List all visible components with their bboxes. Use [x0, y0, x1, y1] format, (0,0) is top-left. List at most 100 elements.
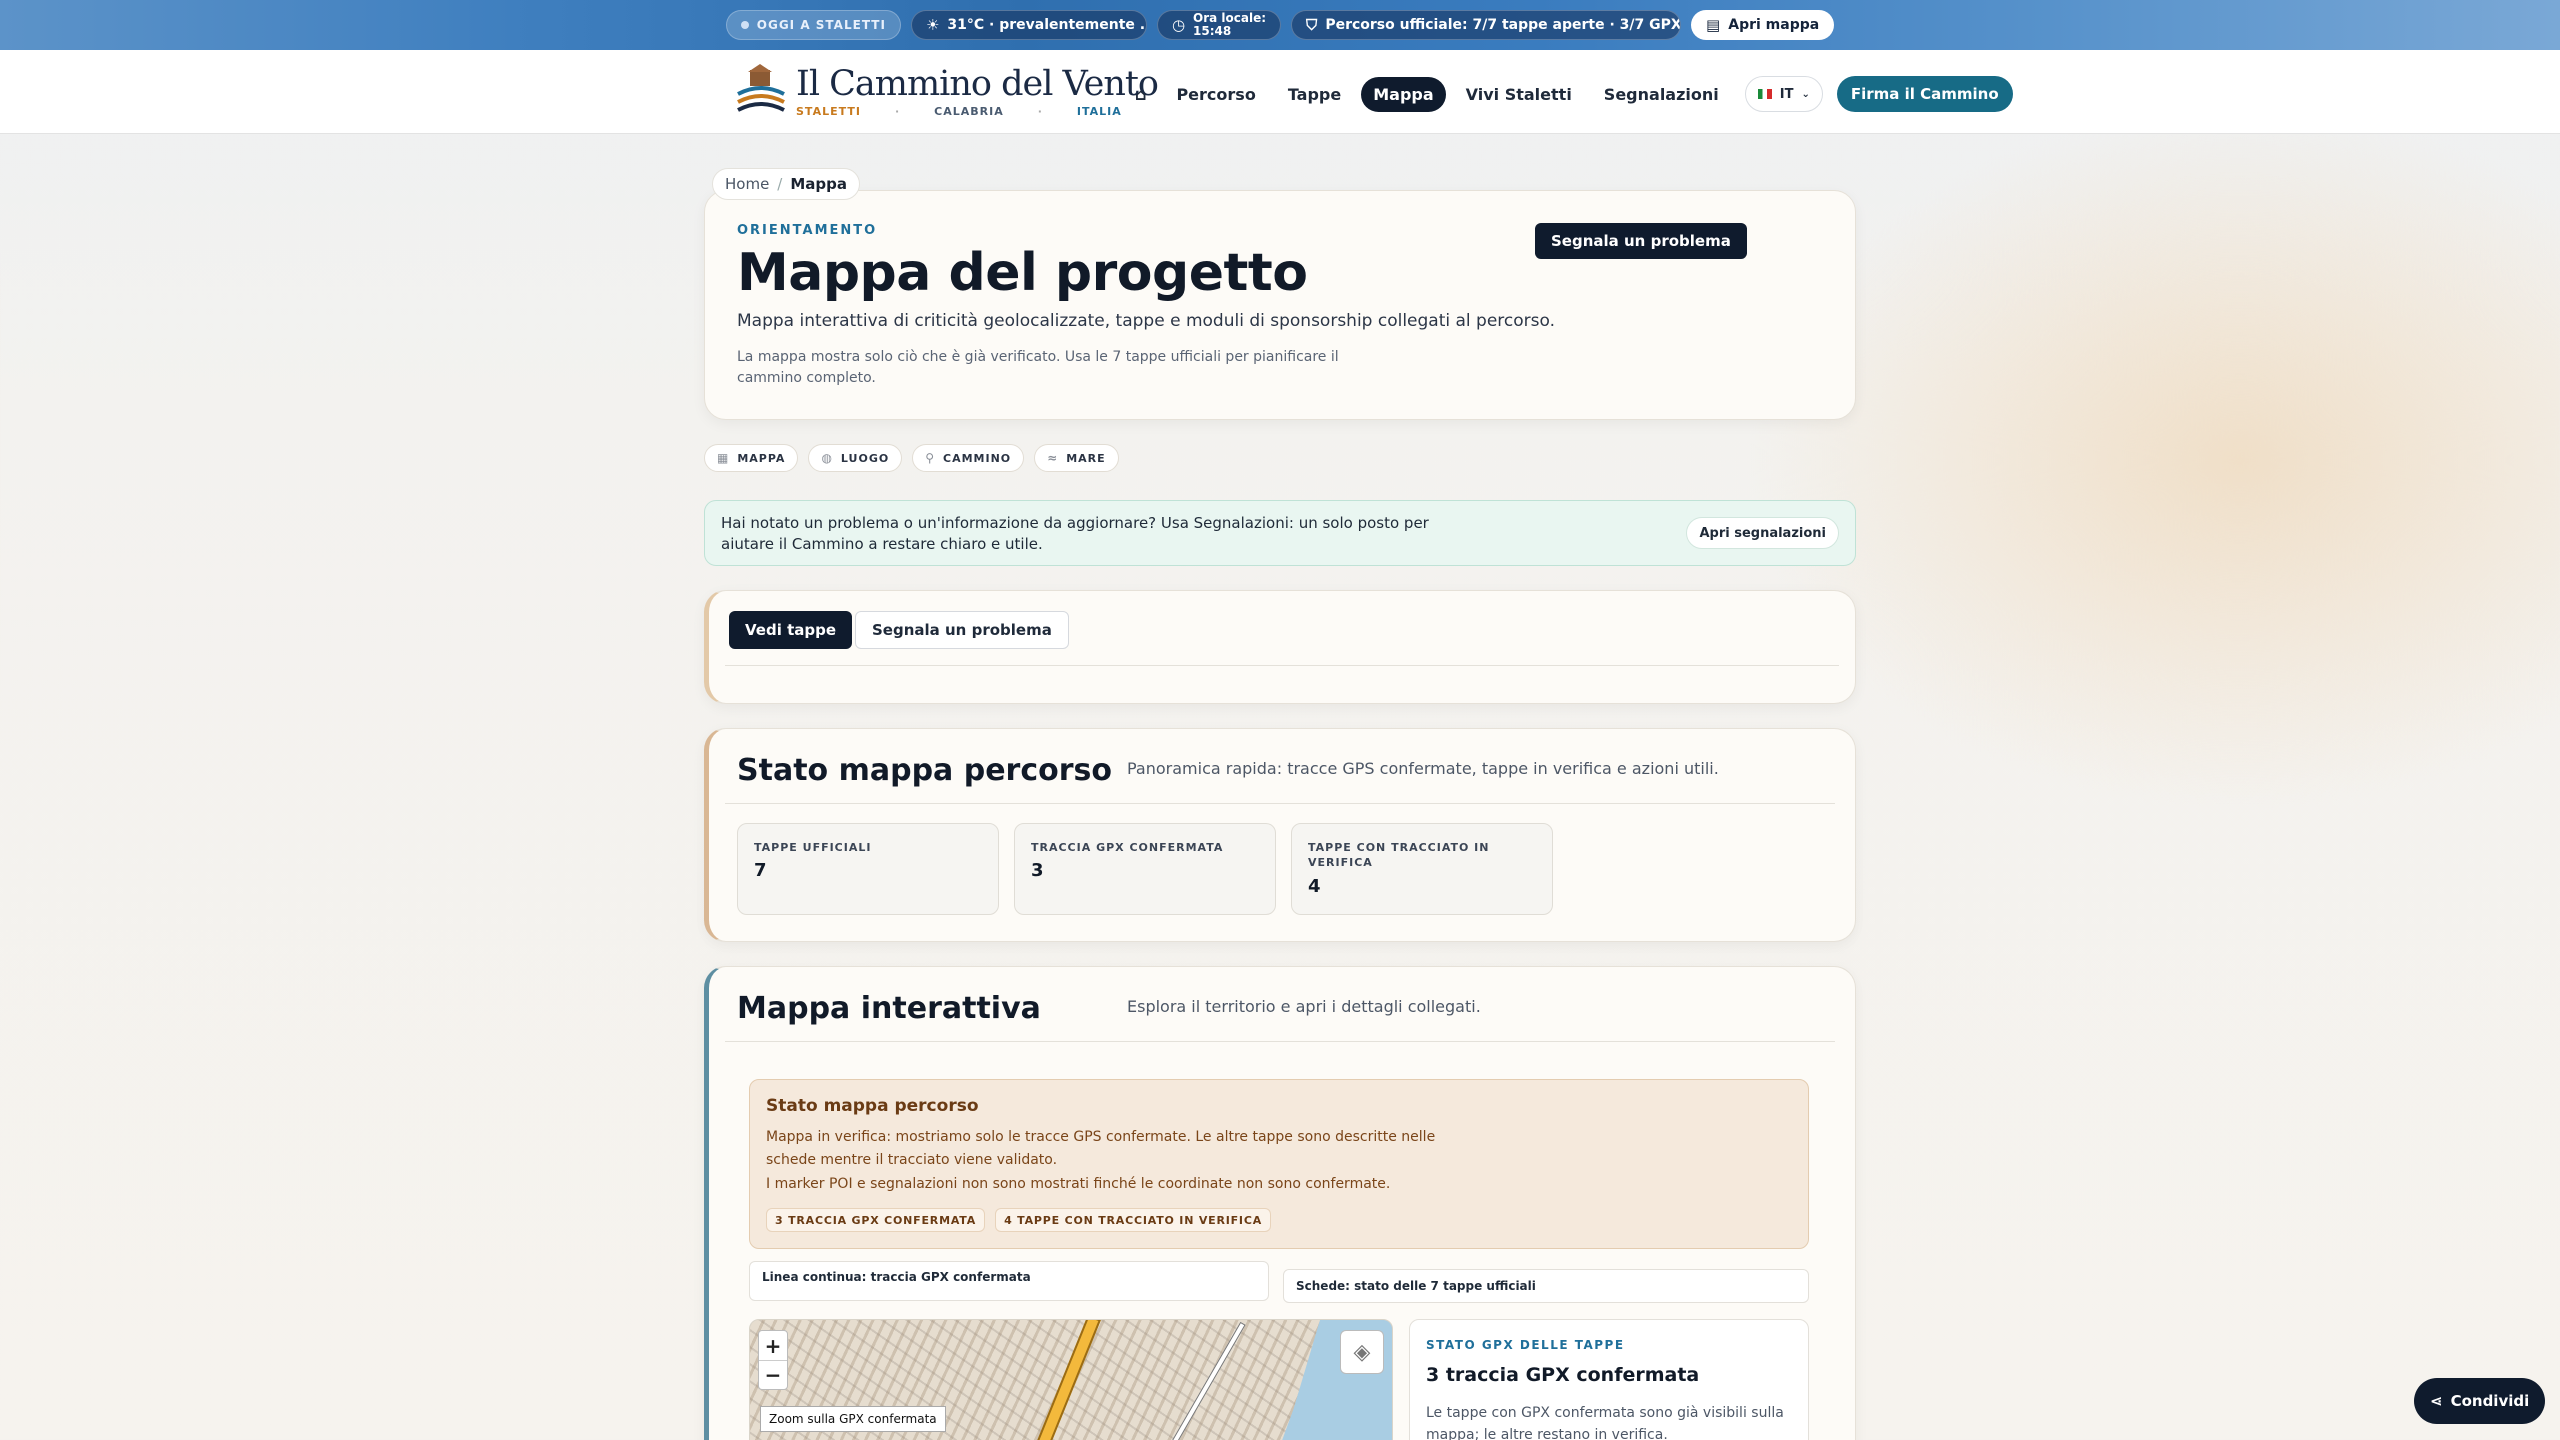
today-chip[interactable]: OGGI A STALETTI	[725, 10, 901, 40]
chip-luogo[interactable]: ◍ LUOGO	[808, 444, 903, 472]
nav-item-mappa[interactable]: Mappa	[1361, 76, 1446, 112]
legend-solid-line: Linea continua: traccia GPX confermata	[749, 1261, 1269, 1301]
brand-sub-dot: ·	[1037, 104, 1043, 118]
chip-label: CAMMINO	[943, 451, 1012, 465]
time-chip: ◷ Ora locale: 15:48	[1156, 10, 1282, 40]
breadcrumb-home[interactable]: Home	[725, 175, 769, 193]
section-title: Stato mappa percorso	[737, 753, 1112, 788]
brand-logo-icon	[736, 64, 786, 118]
category-chips: ▦ MAPPA ◍ LUOGO ⚲ CAMMINO ≈ MARE	[704, 444, 1119, 472]
sign-cammino-button[interactable]: Firma il Cammino	[1836, 76, 2013, 112]
map-icon: ▦	[717, 451, 730, 465]
stat-value: 7	[754, 860, 767, 881]
page-title: Mappa del progetto	[737, 243, 1308, 303]
legend-cards: Schede: stato delle 7 tappe ufficiali	[1283, 1269, 1809, 1303]
map-status-warning: Stato mappa percorso Mappa in verifica: …	[749, 1079, 1809, 1249]
chip-cammino[interactable]: ⚲ CAMMINO	[912, 444, 1025, 472]
brand-sub-staletti: STALETTI	[796, 104, 861, 118]
share-button[interactable]: ⋖ Condividi	[2414, 1378, 2546, 1424]
language-label: IT	[1779, 86, 1794, 102]
panel-eyebrow: STATO GPX DELLE TAPPE	[1426, 1338, 1625, 1352]
zoom-control: + −	[758, 1330, 788, 1390]
today-label: OGGI A STALETTI	[756, 18, 886, 32]
breadcrumb-separator: /	[777, 175, 783, 193]
chip-label: MAPPA	[737, 451, 786, 465]
route-status-chip[interactable]: ⛉ Percorso ufficiale: 7/7 tappe aperte ·…	[1291, 10, 1682, 40]
report-problem-button[interactable]: Segnala un problema	[1535, 223, 1747, 259]
divider	[725, 803, 1835, 804]
nav-item-vivi-staletti[interactable]: Vivi Staletti	[1454, 77, 1584, 112]
time-value: 15:48	[1193, 24, 1232, 38]
breadcrumb: Home / Mappa	[712, 168, 861, 200]
warning-text-markers: I marker POI e segnalazioni non sono mos…	[766, 1176, 1391, 1192]
stat-card-official-stages: TAPPE UFFICIALI 7	[737, 823, 999, 915]
walker-icon: ⚲	[925, 451, 935, 465]
shield-icon: ⛉	[1306, 16, 1318, 34]
open-map-button[interactable]: ▤ Apri mappa	[1691, 10, 1835, 40]
share-icon: ⋖	[2430, 1392, 2443, 1410]
nav-item-segnalazioni[interactable]: Segnalazioni	[1592, 77, 1731, 112]
chip-label: MARE	[1066, 451, 1106, 465]
map-canvas[interactable]: + − ◈ Zoom sulla GPX confermata	[749, 1319, 1393, 1440]
language-select[interactable]: IT ⌄	[1744, 76, 1823, 112]
share-label: Condividi	[2450, 1392, 2530, 1410]
brand-title: Il Cammino del Vento	[796, 63, 1159, 104]
interactive-map-section: Mappa interattiva Esplora il territorio …	[704, 966, 1856, 1440]
weather-chip[interactable]: ☀ 31°C · prevalentemente ...	[910, 10, 1147, 40]
zoom-in-button[interactable]: +	[759, 1331, 787, 1360]
warning-title: Stato mappa percorso	[766, 1096, 979, 1116]
section-subtitle: Panoramica rapida: tracce GPS confermate…	[1127, 759, 1719, 778]
brand-sub-italia: ITALIA	[1076, 104, 1122, 118]
divider	[725, 665, 1839, 666]
stat-card-in-verification: TAPPE CON TRACCIATO IN VERIFICA 4	[1291, 823, 1553, 915]
warning-tags: 3 TRACCIA GPX CONFERMATA 4 TAPPE CON TRA…	[766, 1208, 1272, 1232]
tag-gpx-confirmed: 3 TRACCIA GPX CONFERMATA	[766, 1208, 986, 1232]
warning-text: Mappa in verifica: mostriamo solo le tra…	[766, 1129, 1436, 1168]
stat-label: TAPPE CON TRACCIATO IN VERIFICA	[1308, 841, 1490, 869]
stat-label: TRACCIA GPX CONFERMATA	[1031, 841, 1224, 854]
top-info-bar: OGGI A STALETTI ☀ 31°C · prevalentemente…	[0, 0, 2560, 50]
zoom-out-button[interactable]: −	[759, 1360, 787, 1389]
open-map-label: Apri mappa	[1728, 17, 1820, 33]
clock-icon: ◷	[1171, 15, 1186, 34]
nav-item-tappe[interactable]: Tappe	[1276, 77, 1353, 112]
railway-line	[1140, 1321, 1246, 1440]
section-subtitle: Esplora il territorio e apri i dettagli …	[1127, 997, 1481, 1016]
brand-logo-link[interactable]: Il Cammino del Vento STALETTI · CALABRIA…	[736, 63, 1159, 118]
open-reports-button[interactable]: Apri segnalazioni	[1686, 517, 1839, 549]
hero-card: ORIENTAMENTO Mappa del progetto Mappa in…	[704, 190, 1856, 420]
tag-in-verification: 4 TAPPE CON TRACCIATO IN VERIFICA	[995, 1208, 1272, 1232]
zoom-to-gpx-button[interactable]: Zoom sulla GPX confermata	[760, 1406, 946, 1432]
layers-icon[interactable]: ◈	[1340, 1330, 1384, 1374]
chevron-down-icon: ⌄	[1801, 88, 1810, 100]
report-problem-secondary-button[interactable]: Segnala un problema	[855, 611, 1069, 649]
brand-sub-calabria: CALABRIA	[934, 104, 1004, 118]
italy-flag-icon	[1757, 89, 1772, 99]
stat-value: 3	[1031, 860, 1044, 881]
home-icon[interactable]: ⌂	[1125, 77, 1156, 112]
nav-item-percorso[interactable]: Percorso	[1164, 77, 1267, 112]
wave-icon: ≈	[1047, 451, 1059, 465]
main-nav: ⌂ Percorso Tappe Mappa Vivi Staletti Seg…	[1125, 76, 2013, 112]
notice-text: Hai notato un problema o un'informazione…	[721, 514, 1429, 553]
weather-label: 31°C · prevalentemente ...	[947, 17, 1147, 33]
chip-mare[interactable]: ≈ MARE	[1034, 444, 1119, 472]
stat-value: 4	[1308, 876, 1321, 897]
hero-eyebrow: ORIENTAMENTO	[737, 223, 878, 238]
breadcrumb-current: Mappa	[790, 175, 848, 193]
road-line	[1013, 1320, 1101, 1440]
brand-subtitle: STALETTI · CALABRIA · ITALIA	[796, 105, 1158, 118]
hero-lead: Mappa interattiva di criticità geolocali…	[737, 311, 1556, 331]
gpx-status-panel: STATO GPX DELLE TAPPE 3 traccia GPX conf…	[1409, 1319, 1809, 1440]
stat-card-gpx-confirmed: TRACCIA GPX CONFERMATA 3	[1014, 823, 1276, 915]
brand-sub-dot: ·	[894, 104, 901, 118]
stat-label: TAPPE UFFICIALI	[754, 841, 872, 854]
dot-icon	[740, 21, 749, 29]
pin-icon: ◍	[821, 451, 833, 465]
section-title: Mappa interattiva	[737, 991, 1041, 1026]
view-stages-button[interactable]: Vedi tappe	[729, 611, 853, 649]
chip-label: LUOGO	[840, 451, 890, 465]
site-header: Il Cammino del Vento STALETTI · CALABRIA…	[0, 50, 2560, 134]
chip-mappa[interactable]: ▦ MAPPA	[704, 444, 799, 472]
map-icon: ▤	[1706, 16, 1721, 34]
